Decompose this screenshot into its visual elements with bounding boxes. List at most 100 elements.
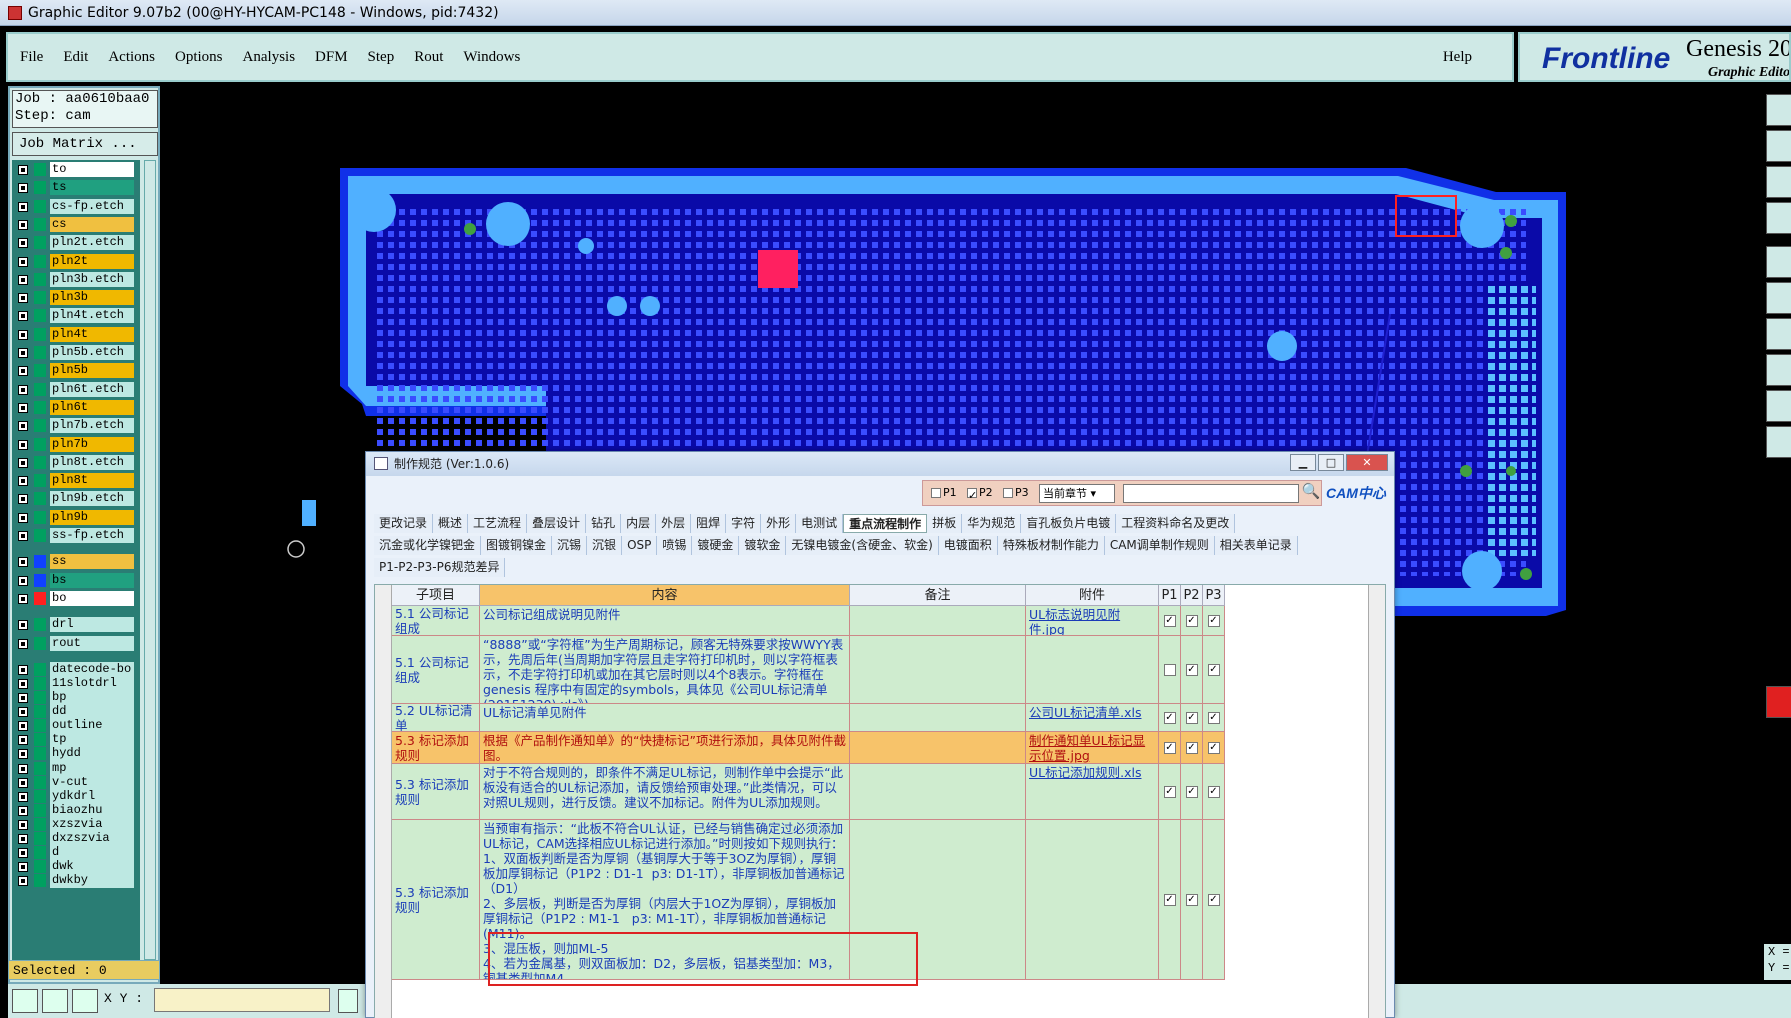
tool-1-icon[interactable] [1766,94,1791,126]
row-checkbox[interactable]: ✓ [1207,741,1220,754]
p3-filter[interactable]: P3 [1003,486,1029,499]
layer-name[interactable]: bp [50,690,134,705]
layer-name[interactable]: pln2t [50,253,134,269]
layer-checkbox[interactable] [18,862,28,873]
search-input[interactable] [1123,484,1299,503]
layer-row[interactable]: to [14,162,138,177]
layer-name[interactable]: rout [50,635,134,651]
tab-item[interactable]: OSP [622,536,658,555]
layer-row[interactable]: ydkdrl [14,788,138,804]
layer-name[interactable]: pln2t.etch [50,235,134,251]
layer-name[interactable]: 11slotdrl [50,675,134,691]
layer-row[interactable]: hydd [14,746,138,762]
layer-row[interactable]: dwkby [14,873,138,889]
tool-6-icon[interactable] [1766,282,1791,314]
p3-checkbox[interactable] [1003,487,1013,498]
layer-row[interactable]: pln3b [14,290,138,306]
left-scrollbar[interactable] [375,585,392,1018]
layer-checkbox[interactable] [18,348,28,358]
search-icon[interactable]: 🔍 [1301,482,1321,504]
p1-filter[interactable]: P1 [931,486,957,499]
layer-row[interactable]: pln8t.etch [14,454,138,470]
layer-row[interactable]: pln4t.etch [14,308,138,324]
row-checkbox[interactable]: ✓ [1163,711,1176,724]
tool-2-icon[interactable] [1766,130,1791,162]
table-row[interactable]: 5.1 公司标记组成 公司标记组成说明见附件 UL标志说明见附件.jpg ✓ ✓ ✓ [392,606,1225,636]
cell-attachment[interactable] [1026,820,1159,980]
layer-checkbox[interactable] [18,183,28,194]
layer-row[interactable]: d [14,845,138,861]
tab-item[interactable]: 工程资料命名及更改 [1116,514,1236,533]
layer-name[interactable]: dxzszvia [50,831,134,846]
layer-row[interactable]: drl [14,617,138,633]
layer-name[interactable]: tp [50,732,134,748]
layer-row[interactable]: bo [14,590,138,606]
layer-checkbox[interactable] [18,165,28,175]
right-scrollbar[interactable] [1368,585,1385,1018]
alert-icon[interactable] [338,989,358,1013]
layer-row[interactable]: mp [14,760,138,776]
layer-checkbox[interactable] [18,848,28,859]
row-checkbox[interactable]: ✓ [1207,711,1220,724]
layer-checkbox[interactable] [18,575,28,586]
layer-checkbox[interactable] [18,664,28,675]
row-checkbox[interactable]: ✓ [1207,893,1220,906]
layer-name[interactable]: drl [50,617,134,633]
layer-row[interactable]: cs [14,216,138,232]
cell-p1[interactable]: ✓ [1159,732,1181,764]
layer-checkbox[interactable] [18,256,28,267]
tab-item[interactable]: 叠层设计 [527,514,587,533]
cell-p1[interactable]: ✓ [1159,606,1181,636]
tab-item[interactable]: 电镀面积 [938,536,998,555]
row-checkbox[interactable]: ✓ [1207,785,1220,798]
p2-filter[interactable]: ✓ P2 [967,486,993,502]
layer-checkbox[interactable] [18,293,28,304]
layer-checkbox[interactable] [18,805,28,816]
column-header[interactable]: P3 [1203,585,1225,606]
layer-name[interactable]: pln8t.etch [50,454,134,470]
cell-p2[interactable]: ✓ [1181,764,1203,820]
layer-row[interactable]: pln9b [14,509,138,525]
tab-item[interactable]: 内层 [621,514,657,533]
tab-item[interactable]: 图镀铜镍金 [481,536,553,555]
tab-item[interactable]: 沉金或化学镍钯金 [374,536,482,555]
cell-attachment[interactable]: 制作通知单UL标记显示位置.jpg [1026,732,1159,764]
layer-name[interactable]: ts [50,180,134,196]
layer-row[interactable]: pln6t [14,399,138,415]
job-matrix-button[interactable]: Job Matrix ... [12,132,158,156]
layer-checkbox[interactable] [18,638,28,649]
menu-dfm[interactable]: DFM [315,49,348,66]
tab-item[interactable]: 喷锡 [657,536,693,555]
row-checkbox[interactable]: ✓ [1185,741,1198,754]
row-checkbox[interactable]: ✓ [1163,614,1176,627]
cell-p2[interactable]: ✓ [1181,704,1203,732]
tab-item[interactable]: 概述 [433,514,469,533]
layer-checkbox[interactable] [18,749,28,760]
cell-attachment[interactable] [1026,636,1159,704]
p2-checkbox[interactable]: ✓ [967,487,977,502]
layer-row[interactable]: v-cut [14,774,138,790]
layer-row[interactable]: pln4t [14,326,138,342]
cell-p3[interactable]: ✓ [1203,636,1225,704]
layer-name[interactable]: pln6t.etch [50,381,134,397]
layer-row[interactable]: pln2t [14,253,138,269]
layer-row[interactable]: pln2t.etch [14,235,138,251]
menu-options[interactable]: Options [175,49,223,66]
menu-windows[interactable]: Windows [463,49,520,66]
layer-checkbox[interactable] [18,311,28,322]
tab-item[interactable]: 无镍电镀金(含硬金、软金) [786,536,939,555]
table-row[interactable]: 5.3 标记添加规则 对于不符合规则的，即条件不满足UL标记，则制作单中会提示“此… [392,764,1225,820]
cell-p1[interactable]: ✓ [1159,704,1181,732]
zoom-tool-icon[interactable] [42,989,68,1013]
layer-name[interactable]: pln9b.etch [50,491,134,507]
layer-row[interactable]: pln5b [14,363,138,379]
tab-item[interactable]: 相关表单记录 [1214,536,1298,555]
layer-checkbox[interactable] [18,384,28,395]
tab-item[interactable]: 特殊板材制作能力 [997,536,1105,555]
column-header[interactable]: P2 [1181,585,1203,606]
row-checkbox[interactable]: ✓ [1185,711,1198,724]
menu-actions[interactable]: Actions [108,49,155,66]
layer-name[interactable]: pln9b [50,509,134,525]
menu-file[interactable]: File [20,49,43,66]
layer-checkbox[interactable] [18,219,28,230]
